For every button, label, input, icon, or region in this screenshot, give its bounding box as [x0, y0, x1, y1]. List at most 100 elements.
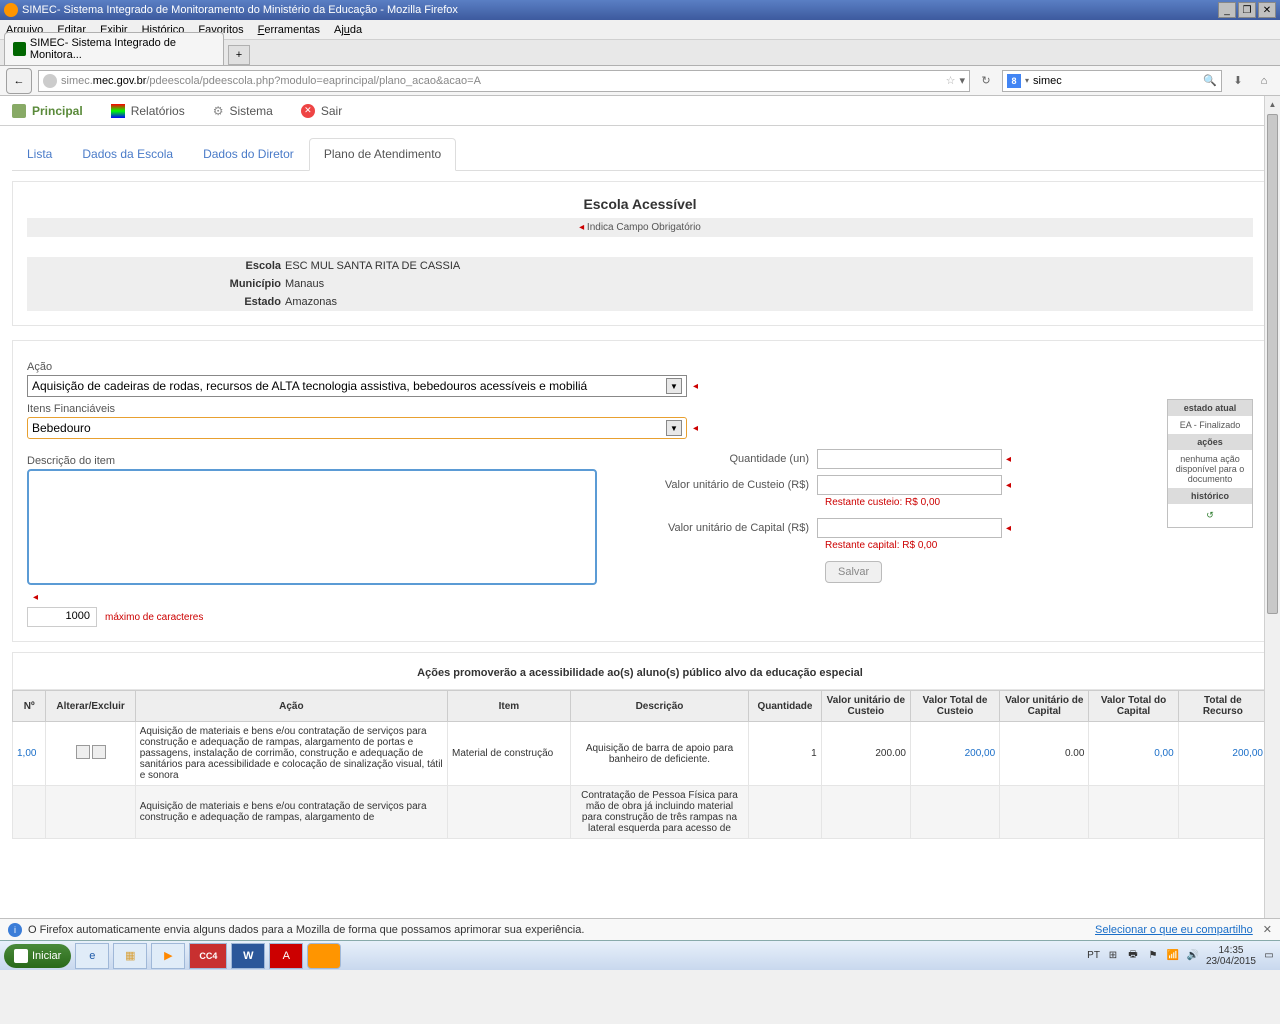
- scroll-thumb[interactable]: [1267, 114, 1278, 614]
- taskbar-firefox[interactable]: [307, 943, 341, 969]
- menu-ferramentas[interactable]: Ferramentas: [258, 24, 320, 36]
- windows-logo-icon: [14, 949, 28, 963]
- show-desktop-icon[interactable]: ▭: [1262, 949, 1276, 963]
- taskbar-ie[interactable]: e: [75, 943, 109, 969]
- home-button[interactable]: ⌂: [1254, 71, 1274, 91]
- status-sidebar: estado atual EA - Finalizado ações nenhu…: [1167, 399, 1253, 528]
- back-button[interactable]: ←: [6, 68, 32, 94]
- tray-language[interactable]: PT: [1087, 950, 1100, 961]
- reload-button[interactable]: ↻: [976, 71, 996, 91]
- tray-network-icon[interactable]: 📶: [1166, 949, 1180, 963]
- school-panel: Escola Acessível ◂ Indica Campo Obrigató…: [12, 181, 1268, 326]
- tray-volume-icon[interactable]: 🔊: [1186, 949, 1200, 963]
- notification-close-icon[interactable]: ✕: [1263, 923, 1272, 936]
- taskbar-explorer[interactable]: ▦: [113, 943, 147, 969]
- gear-icon: ⚙: [213, 104, 224, 118]
- browser-tab-simec[interactable]: SIMEC- Sistema Integrado de Monitora...: [4, 32, 224, 65]
- capital-remain: Restante capital: R$ 0,00: [825, 540, 1253, 551]
- required-note: ◂ Indica Campo Obrigatório: [27, 218, 1253, 237]
- start-button[interactable]: Iniciar: [4, 944, 71, 968]
- chevron-down-icon[interactable]: ▼: [666, 378, 682, 394]
- new-tab-button[interactable]: +: [228, 45, 250, 65]
- estado-header: estado atual: [1168, 400, 1252, 416]
- taskbar-pdf[interactable]: A: [269, 943, 303, 969]
- descricao-textarea[interactable]: [27, 469, 597, 585]
- engine-dropdown-icon[interactable]: ▾: [1025, 76, 1029, 85]
- nav-sair[interactable]: ✕ Sair: [301, 104, 342, 118]
- row-number[interactable]: 1,00: [13, 722, 46, 786]
- acoes-value: nenhuma ação disponível para o documento: [1168, 450, 1252, 488]
- custeio-label: Valor unitário de Custeio (R$): [647, 479, 817, 491]
- row-actions: [46, 722, 135, 786]
- taskbar-wmp[interactable]: ▶: [151, 943, 185, 969]
- acao-label: Ação: [27, 361, 1253, 373]
- custeio-input[interactable]: [817, 475, 1002, 495]
- nav-sistema[interactable]: ⚙ Sistema: [213, 104, 273, 118]
- itens-label: Itens Financiáveis: [27, 403, 1253, 415]
- char-counter-note: máximo de caracteres: [105, 612, 203, 623]
- capital-input[interactable]: [817, 518, 1002, 538]
- tab-dados-escola[interactable]: Dados da Escola: [67, 138, 188, 170]
- close-button[interactable]: ✕: [1258, 2, 1276, 18]
- nav-relatorios[interactable]: Relatórios: [111, 104, 185, 118]
- minimize-button[interactable]: _: [1218, 2, 1236, 18]
- itens-select[interactable]: Bebedouro ▼: [27, 417, 687, 439]
- url-dropdown-icon[interactable]: ▾: [959, 74, 965, 87]
- globe-icon: [43, 74, 57, 88]
- actions-table: Nº Alterar/Excluir Ação Item Descrição Q…: [12, 690, 1268, 839]
- info-icon: i: [8, 923, 22, 937]
- taskbar-word[interactable]: W: [231, 943, 265, 969]
- downloads-button[interactable]: ⬇: [1228, 71, 1248, 91]
- menu-ajuda[interactable]: Ajuda: [334, 24, 362, 36]
- notification-bar: i O Firefox automaticamente envia alguns…: [0, 918, 1280, 940]
- window-titlebar: SIMEC- Sistema Integrado de Monitorament…: [0, 0, 1280, 20]
- capital-label: Valor unitário de Capital (R$): [647, 522, 817, 534]
- search-icon[interactable]: 🔍: [1203, 74, 1217, 87]
- table-row: Aquisição de materiais e bens e/ou contr…: [13, 786, 1268, 839]
- panel-title: Escola Acessível: [27, 196, 1253, 212]
- page-tabs: Lista Dados da Escola Dados do Diretor P…: [12, 138, 1268, 171]
- acao-select[interactable]: Aquisição de cadeiras de rodas, recursos…: [27, 375, 687, 397]
- row-escola: Escola ESC MUL SANTA RITA DE CASSIA: [27, 257, 1253, 275]
- nav-principal[interactable]: Principal: [12, 104, 83, 118]
- window-title: SIMEC- Sistema Integrado de Monitorament…: [22, 4, 1218, 16]
- search-input[interactable]: [1033, 75, 1199, 87]
- notification-action[interactable]: Selecionar o que eu compartilho: [1095, 924, 1253, 936]
- save-button[interactable]: Salvar: [825, 561, 882, 583]
- table-row: 1,00 Aquisição de materiais e bens e/ou …: [13, 722, 1268, 786]
- google-engine-icon[interactable]: 8: [1007, 74, 1021, 88]
- search-bar[interactable]: 8 ▾ 🔍: [1002, 70, 1222, 92]
- edit-icon[interactable]: [76, 745, 90, 759]
- table-title: Ações promoverão a acessibilidade ao(s) …: [13, 653, 1267, 689]
- form-panel: Ação Aquisição de cadeiras de rodas, rec…: [12, 340, 1268, 642]
- quantidade-input[interactable]: [817, 449, 1002, 469]
- chevron-down-icon[interactable]: ▼: [666, 420, 682, 436]
- row-municipio: Município Manaus: [27, 275, 1253, 293]
- tab-dados-diretor[interactable]: Dados do Diretor: [188, 138, 309, 170]
- acoes-header: ações: [1168, 434, 1252, 450]
- bookmark-icon[interactable]: ☆: [946, 74, 956, 87]
- tray-flag-icon[interactable]: ⚑: [1146, 949, 1160, 963]
- app-topnav: Principal Relatórios ⚙ Sistema ✕ Sair: [0, 96, 1280, 126]
- firefox-icon: [4, 3, 18, 17]
- historico-icon[interactable]: ↺: [1168, 504, 1252, 527]
- restore-button[interactable]: ❐: [1238, 2, 1256, 18]
- browser-tabbar: SIMEC- Sistema Integrado de Monitora... …: [0, 40, 1280, 66]
- tray-printer-icon[interactable]: 🖶: [1126, 949, 1140, 963]
- delete-icon[interactable]: [92, 745, 106, 759]
- url-bar[interactable]: simec.mec.gov.br/pdeescola/pdeescola.php…: [38, 70, 970, 92]
- required-mark: ◂: [1006, 523, 1011, 534]
- tab-plano[interactable]: Plano de Atendimento: [309, 138, 456, 171]
- exit-icon: ✕: [301, 104, 315, 118]
- system-clock[interactable]: 14:35 23/04/2015: [1206, 945, 1256, 967]
- report-icon: [111, 104, 125, 118]
- taskbar-cc4[interactable]: CC4: [189, 943, 227, 969]
- tab-lista[interactable]: Lista: [12, 138, 67, 170]
- tab-favicon: [13, 42, 26, 56]
- vertical-scrollbar[interactable]: ▲ ▼: [1264, 96, 1280, 940]
- scroll-up-icon[interactable]: ▲: [1265, 96, 1280, 112]
- tray-icon[interactable]: ⊞: [1106, 949, 1120, 963]
- estado-value: EA - Finalizado: [1168, 416, 1252, 434]
- required-mark: ◂: [1006, 480, 1011, 491]
- required-mark: ◂: [1006, 454, 1011, 465]
